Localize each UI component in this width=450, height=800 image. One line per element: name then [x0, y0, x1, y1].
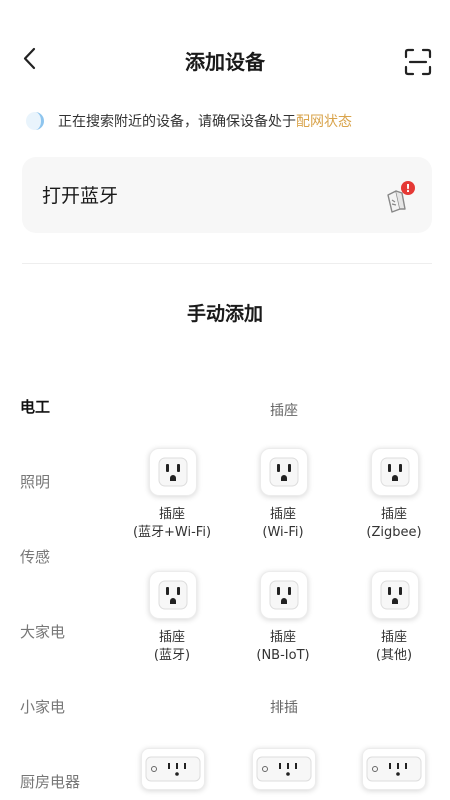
section-title-sockets: 插座 — [270, 403, 298, 419]
device-socket-other[interactable]: 插座 (其他) — [339, 571, 449, 667]
searching-loader-icon — [26, 112, 44, 130]
device-sublabel: (蓝牙+Wi-Fi) — [132, 525, 212, 540]
socket-icon — [371, 448, 419, 496]
scan-icon — [404, 48, 432, 76]
socket-icon — [260, 571, 308, 619]
device-socket-nbiot[interactable]: 插座 (NB-IoT) — [228, 571, 338, 667]
device-sublabel: (其他) — [375, 648, 413, 663]
page-title: 添加设备 — [185, 50, 265, 74]
device-label: 插座 — [158, 507, 185, 522]
device-sublabel: (NB-IoT) — [256, 648, 310, 663]
device-label: 插座 — [158, 630, 185, 645]
open-bluetooth-label: 打开蓝牙 — [42, 185, 119, 207]
search-notice: 正在搜索附近的设备，请确保设备处于 配网状态 — [24, 108, 352, 134]
pairing-mode-link[interactable]: 配网状态 — [296, 111, 352, 131]
power-strip-icon — [366, 756, 422, 782]
power-strip-icon — [145, 756, 201, 782]
category-lighting[interactable]: 照明 — [20, 471, 50, 492]
socket-icon — [149, 448, 197, 496]
bluetooth-device-icon: ! — [382, 179, 418, 215]
notice-text: 正在搜索附近的设备，请确保设备处于 — [58, 114, 296, 130]
power-strip-item[interactable] — [141, 748, 205, 790]
divider — [22, 263, 432, 264]
socket-icon — [260, 448, 308, 496]
device-socket-ble-wifi[interactable]: 插座 (蓝牙+Wi-Fi) — [117, 448, 227, 544]
device-label: 插座 — [269, 507, 296, 522]
device-sublabel: (Zigbee) — [366, 525, 422, 540]
device-label: 插座 — [380, 630, 407, 645]
category-kitchen-appliances[interactable]: 厨房电器 — [20, 771, 80, 792]
power-strip-item[interactable] — [362, 748, 426, 790]
category-sensors[interactable]: 传感 — [20, 546, 50, 567]
socket-icon — [149, 571, 197, 619]
power-strip-item[interactable] — [252, 748, 316, 790]
category-electrician[interactable]: 电工 — [20, 396, 50, 417]
alert-badge: ! — [405, 182, 410, 195]
device-socket-ble[interactable]: 插座 (蓝牙) — [117, 571, 227, 667]
power-strip-icon — [256, 756, 312, 782]
device-label: 插座 — [380, 507, 407, 522]
socket-icon — [371, 571, 419, 619]
device-socket-wifi[interactable]: 插座 (Wi-Fi) — [228, 448, 338, 544]
open-bluetooth-card[interactable]: 打开蓝牙 ! — [22, 157, 432, 233]
device-label: 插座 — [269, 630, 296, 645]
section-title-power-strips: 排插 — [270, 700, 298, 716]
device-socket-zigbee[interactable]: 插座 (Zigbee) — [339, 448, 449, 544]
scan-button[interactable] — [404, 48, 432, 76]
device-sublabel: (蓝牙) — [153, 648, 191, 663]
category-large-appliances[interactable]: 大家电 — [20, 621, 65, 642]
manual-add-title: 手动添加 — [186, 303, 263, 325]
category-small-appliances[interactable]: 小家电 — [20, 696, 65, 717]
device-sublabel: (Wi-Fi) — [262, 525, 304, 540]
